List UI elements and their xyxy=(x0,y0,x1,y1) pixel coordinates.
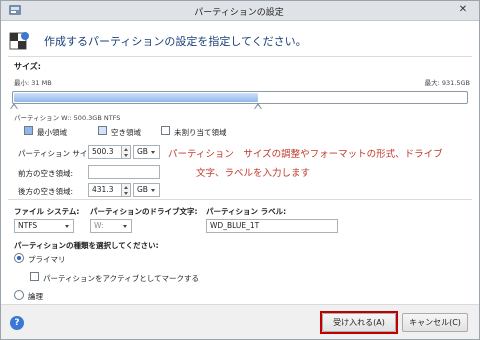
cancel-button[interactable]: キャンセル(C) xyxy=(402,313,468,332)
free-after-input[interactable]: 431.3 xyxy=(88,183,122,197)
volume-label-input[interactable]: WD_BLUE_1T xyxy=(206,219,338,233)
volume-label-label: パーティション ラベル: xyxy=(206,207,287,216)
partition-size-spinner[interactable] xyxy=(121,145,131,159)
filesystem-value: NTFS xyxy=(18,221,38,230)
close-icon[interactable]: ✕ xyxy=(452,2,474,17)
max-size-label: 最大: 931.5GB xyxy=(424,79,470,87)
partition-size-unit-value: GB xyxy=(137,147,148,156)
size-section-label: サイズ: xyxy=(14,62,41,71)
legend-unallocated-label: 未割り当て領域 xyxy=(174,128,227,137)
legend-unallocated-swatch xyxy=(161,126,170,135)
drive-letter-select[interactable]: W: xyxy=(90,219,132,233)
free-before-input[interactable] xyxy=(88,165,160,179)
help-icon[interactable]: ? xyxy=(10,316,24,330)
active-partition-checkbox-label: パーティションをアクティブとしてマークする xyxy=(43,274,199,283)
partition-size-label: パーティション サイズ: xyxy=(18,149,98,158)
size-divider xyxy=(8,199,472,200)
active-partition-checkbox[interactable] xyxy=(30,272,39,281)
filesystem-select[interactable]: NTFS xyxy=(14,219,74,233)
radio-selected-dot xyxy=(17,256,21,260)
legend-free-label: 空き領域 xyxy=(111,128,141,137)
start-slider-handle[interactable] xyxy=(10,103,18,109)
partition-size-unit-select[interactable]: GB xyxy=(133,145,160,159)
free-after-unit-select[interactable]: GB xyxy=(133,183,160,197)
primary-radio-label: プライマリ xyxy=(28,255,66,264)
chevron-down-icon xyxy=(151,151,155,154)
annotation-line-2: 文字、ラベルを入力します xyxy=(196,168,311,179)
header-divider xyxy=(8,56,472,57)
partition-info: パーティション W:: 500.3GB NTFS xyxy=(14,114,121,122)
logical-radio-label: 論理 xyxy=(28,292,43,301)
logical-radio[interactable] xyxy=(14,290,24,300)
chevron-down-icon xyxy=(123,225,127,228)
partition-type-label: パーティションの種類を選択してください: xyxy=(14,241,159,250)
free-after-label: 後方の空き領域: xyxy=(18,187,74,196)
accept-button[interactable]: 受け入れる(A) xyxy=(322,313,396,332)
chevron-down-icon xyxy=(65,225,69,228)
primary-radio[interactable] xyxy=(14,253,24,263)
partition-size-input[interactable]: 500.3 xyxy=(88,145,122,159)
filesystem-label: ファイル システム: xyxy=(14,207,80,216)
min-size-label: 最小: 31 MB xyxy=(14,79,52,87)
free-after-unit-value: GB xyxy=(137,185,148,194)
end-slider-handle[interactable] xyxy=(254,103,262,109)
legend-min-swatch xyxy=(24,126,33,135)
drive-letter-label: パーティションのドライブ文字: xyxy=(90,207,198,216)
free-before-label: 前方の空き領域: xyxy=(18,169,74,178)
annotation-line-1: パーティション サイズの調整やフォーマットの形式、ドライブ xyxy=(168,149,443,160)
window-title: パーティションの設定 xyxy=(194,8,284,18)
chevron-down-icon xyxy=(151,189,155,192)
partition-wizard-icon xyxy=(8,30,30,52)
drive-letter-value: W: xyxy=(94,221,104,230)
legend-free-swatch xyxy=(98,126,107,135)
header-instruction: 作成するパーティションの設定を指定してください。 xyxy=(44,35,307,48)
legend-min-label: 最小領域 xyxy=(37,128,67,137)
partition-size-fill xyxy=(14,93,258,102)
free-after-spinner[interactable] xyxy=(121,183,131,197)
